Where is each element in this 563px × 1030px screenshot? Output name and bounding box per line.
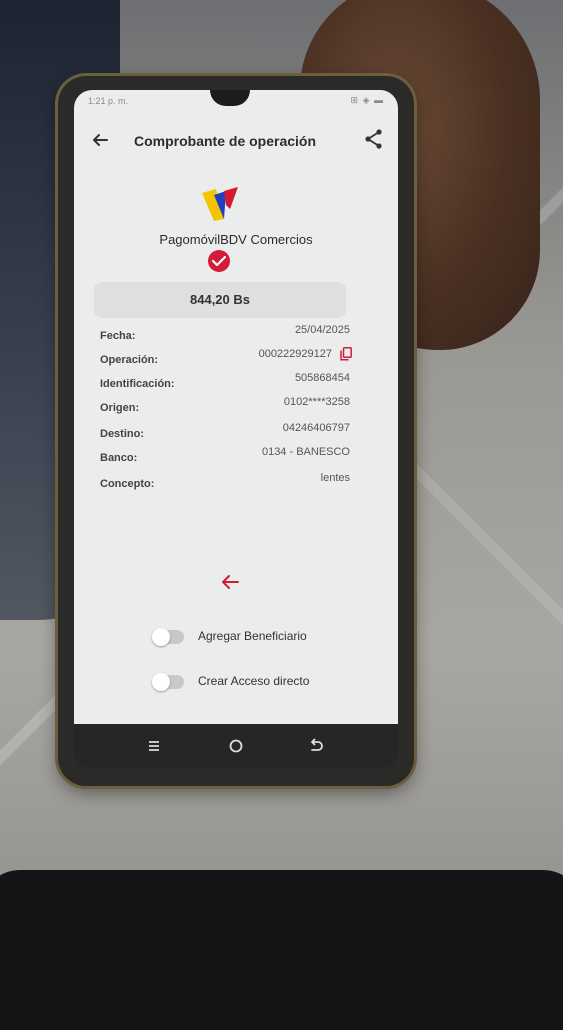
detail-label: Operación: xyxy=(100,354,159,366)
back-button[interactable] xyxy=(88,128,112,152)
detail-row: Fecha: 25/04/2025 xyxy=(100,324,350,346)
detail-row: Destino: 04246406797 xyxy=(100,422,350,444)
copy-icon[interactable] xyxy=(340,347,352,361)
return-button[interactable] xyxy=(218,570,242,594)
detail-row: Origen: 0102****3258 xyxy=(100,396,350,418)
toggle-switch[interactable] xyxy=(152,673,184,691)
detail-label: Concepto: xyxy=(100,478,155,490)
detail-label: Identificación: xyxy=(100,378,175,390)
recents-icon xyxy=(149,741,159,751)
toggle-knob xyxy=(152,628,170,646)
detail-value: 000222929127 xyxy=(258,348,332,360)
detail-value: 0102****3258 xyxy=(283,396,350,408)
detail-label: Fecha: xyxy=(100,330,136,342)
detail-label: Origen: xyxy=(100,402,140,414)
share-button[interactable] xyxy=(362,127,386,151)
detail-value: 505868454 xyxy=(294,372,350,384)
arrow-left-icon xyxy=(222,575,239,589)
arrow-left-icon xyxy=(93,134,108,146)
detail-row: Identificación: 505868454 xyxy=(100,372,350,394)
detail-row: Operación: 000222929127 xyxy=(100,347,352,370)
success-check-icon xyxy=(208,250,230,272)
home-icon xyxy=(229,739,243,753)
detail-value: 25/04/2025 xyxy=(294,324,350,336)
bdv-logo xyxy=(200,185,240,225)
app-bar: Comprobante de operación xyxy=(74,120,398,160)
detail-value: 04246406797 xyxy=(282,422,350,434)
amount-display: 844,20 Bs xyxy=(94,282,346,318)
status-icons: ⊞ ◈ ▬ xyxy=(350,95,384,105)
toggle-label: Agregar Beneficiario xyxy=(198,629,307,643)
detail-value: 0134 - BANESCO xyxy=(261,446,350,458)
app-screen: 1:21 p. m. ⊞ ◈ ▬ Comprobante de operació… xyxy=(74,90,398,724)
system-back-button[interactable] xyxy=(304,734,328,758)
phone-device: 1:21 p. m. ⊞ ◈ ▬ Comprobante de operació… xyxy=(58,76,414,786)
status-bar: 1:21 p. m. ⊞ ◈ ▬ xyxy=(74,90,398,112)
page-title: Comprobante de operación xyxy=(134,133,317,149)
detail-row: Concepto: lentes xyxy=(100,472,350,494)
status-time: 1:21 p. m. xyxy=(88,96,129,106)
brand-name: PagomóvilBDV Comercios xyxy=(159,232,313,247)
toggle-knob xyxy=(152,673,170,691)
detail-label: Banco: xyxy=(100,452,138,464)
recents-button[interactable] xyxy=(142,734,166,758)
toggle-label: Crear Acceso directo xyxy=(198,674,310,688)
share-icon xyxy=(365,129,382,149)
background-pants xyxy=(0,870,563,1030)
system-nav-bar xyxy=(74,724,398,768)
detail-label: Destino: xyxy=(100,428,144,440)
detail-value: lentes xyxy=(320,472,350,484)
home-button[interactable] xyxy=(224,734,248,758)
back-icon xyxy=(311,738,323,751)
toggle-switch[interactable] xyxy=(152,628,184,646)
detail-row: Banco: 0134 - BANESCO xyxy=(100,446,350,468)
